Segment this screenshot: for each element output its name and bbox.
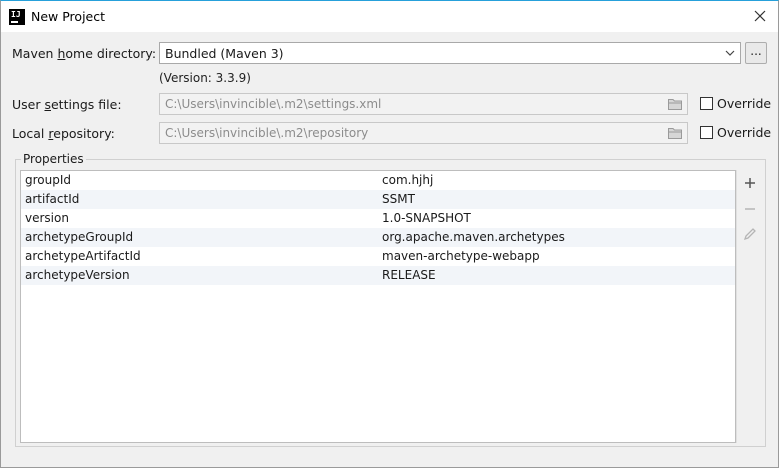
local-repo-override-label: Override — [717, 125, 772, 140]
maven-home-combo[interactable]: Bundled (Maven 3) — [159, 42, 741, 64]
plus-icon[interactable] — [742, 175, 758, 191]
user-settings-label: User settings file: — [12, 97, 122, 112]
intellij-app-icon: IJ — [9, 9, 25, 25]
new-project-dialog: IJ New Project Maven home directory: Bun… — [0, 0, 779, 468]
table-row[interactable]: archetypeGroupId org.apache.maven.archet… — [21, 228, 735, 247]
local-repo-label: Local repository: — [12, 126, 115, 141]
table-row[interactable]: version 1.0-SNAPSHOT — [21, 209, 735, 228]
table-row[interactable]: artifactId SSMT — [21, 190, 735, 209]
user-settings-value: C:\Users\invincible\.m2\settings.xml — [165, 97, 382, 111]
maven-home-browse-button[interactable]: ... — [745, 42, 767, 64]
property-key: groupId — [25, 173, 72, 187]
table-row[interactable]: groupId com.hjhj — [21, 171, 735, 190]
properties-table[interactable]: groupId com.hjhj artifactId SSMT version… — [20, 170, 736, 443]
maven-home-label: Maven home directory: — [12, 46, 157, 61]
maven-home-value: Bundled (Maven 3) — [165, 46, 284, 61]
property-value: org.apache.maven.archetypes — [382, 230, 565, 244]
table-row[interactable]: archetypeVersion RELEASE — [21, 266, 735, 285]
folder-icon[interactable] — [668, 98, 682, 110]
properties-toolbar — [736, 170, 764, 443]
title-bar: IJ New Project — [1, 1, 778, 32]
window-title: New Project — [31, 9, 106, 24]
property-key: version — [25, 211, 69, 225]
pencil-icon[interactable] — [742, 226, 758, 242]
property-key: archetypeArtifactId — [25, 249, 141, 263]
folder-icon[interactable] — [668, 127, 682, 139]
property-value: SSMT — [382, 192, 415, 206]
local-repo-override-checkbox[interactable] — [700, 126, 713, 139]
minus-icon[interactable] — [742, 201, 758, 217]
property-key: archetypeGroupId — [25, 230, 134, 244]
close-icon — [754, 10, 766, 22]
table-row[interactable]: archetypeArtifactId maven-archetype-weba… — [21, 247, 735, 266]
property-key: artifactId — [25, 192, 80, 206]
user-settings-override-label: Override — [717, 96, 772, 111]
chevron-down-icon — [725, 50, 735, 56]
properties-title: Properties — [21, 152, 86, 166]
local-repo-field[interactable]: C:\Users\invincible\.m2\repository — [159, 122, 688, 144]
property-value: 1.0-SNAPSHOT — [382, 211, 471, 225]
local-repo-value: C:\Users\invincible\.m2\repository — [165, 126, 369, 140]
property-value: com.hjhj — [382, 173, 434, 187]
user-settings-field[interactable]: C:\Users\invincible\.m2\settings.xml — [159, 93, 688, 115]
close-button[interactable] — [746, 3, 774, 29]
user-settings-override-checkbox[interactable] — [700, 97, 713, 110]
maven-version-note: (Version: 3.3.9) — [159, 71, 251, 85]
property-key: archetypeVersion — [25, 268, 130, 282]
property-value: maven-archetype-webapp — [382, 249, 540, 263]
property-value: RELEASE — [382, 268, 436, 282]
